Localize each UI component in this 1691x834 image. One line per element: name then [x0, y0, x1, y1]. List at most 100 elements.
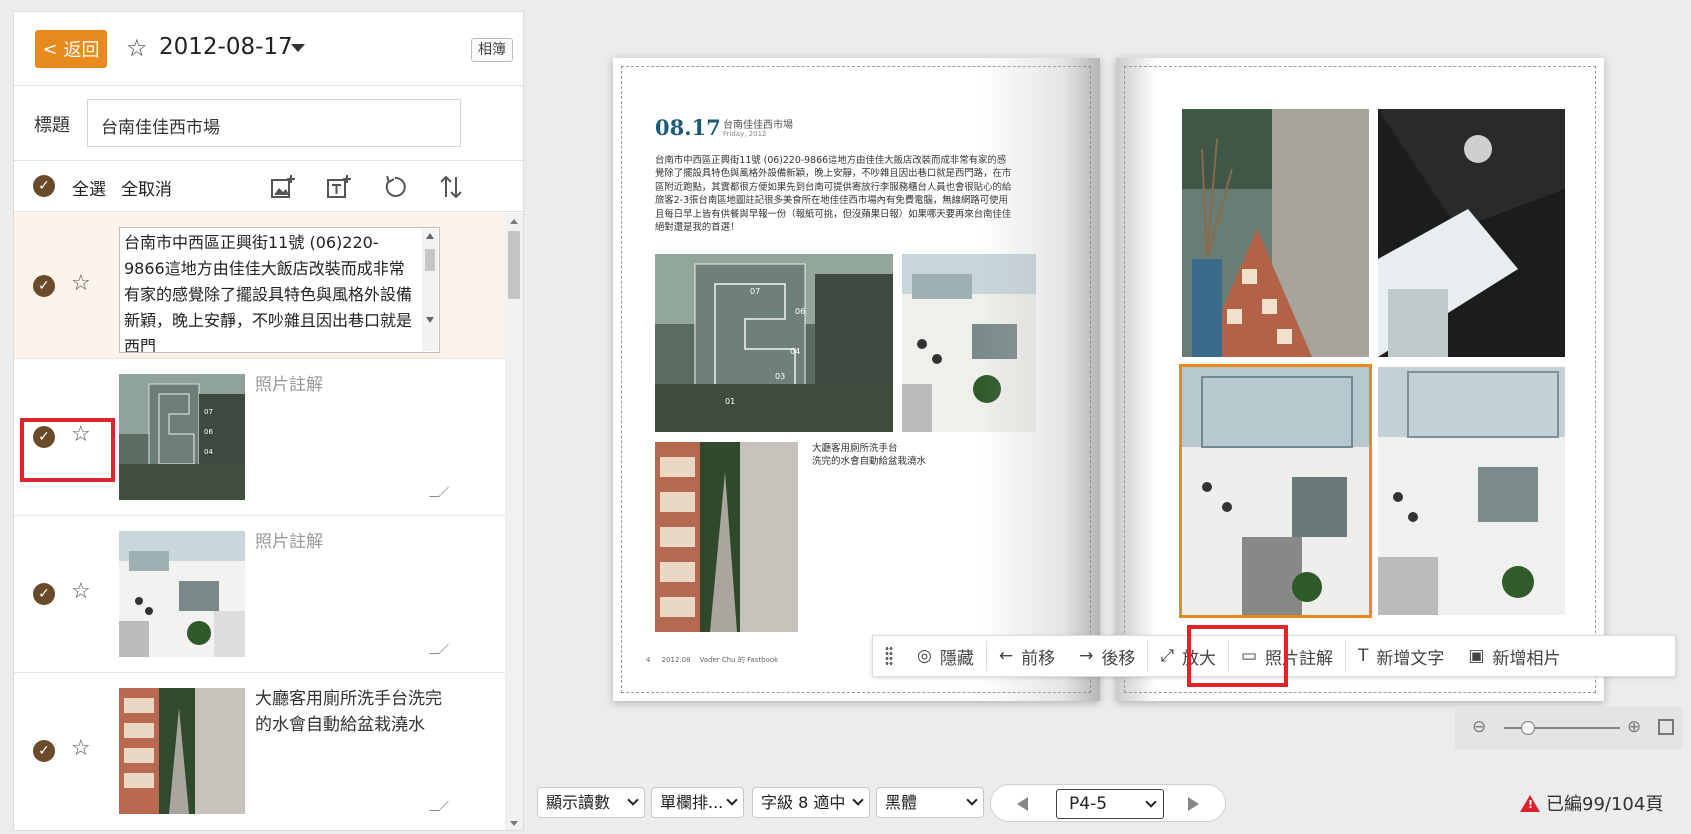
- photo-thumbnail[interactable]: 07 06 04: [119, 374, 245, 500]
- resize-handle-icon[interactable]: [429, 801, 449, 811]
- list-item[interactable]: ✓ ☆ 台南市中西區正興街11號 (06)220-9866這地方由佳佳大飯店改裝…: [14, 213, 505, 359]
- sort-icon[interactable]: [437, 173, 465, 201]
- add-text-icon[interactable]: [325, 173, 353, 201]
- add-photo-icon[interactable]: [269, 173, 297, 201]
- item-text: 台南市中西區正興街11號 (06)220-9866這地方由佳佳大飯店改裝而成非常…: [124, 233, 413, 353]
- hide-label: 隱藏: [939, 648, 974, 669]
- svg-text:03: 03: [775, 372, 785, 381]
- next-page-icon[interactable]: [1188, 797, 1199, 811]
- photo-caption[interactable]: 照片註解: [255, 372, 450, 398]
- zoom-control: ⊖ ⊕: [1455, 707, 1683, 749]
- item-check-icon[interactable]: ✓: [33, 583, 55, 605]
- list-item[interactable]: ✓ ☆ 大廳客用廁所洗手台洗完的水會自動給盆栽澆水: [14, 673, 505, 830]
- svg-text:07: 07: [204, 408, 213, 416]
- spine-shadow: [1116, 58, 1156, 701]
- select-all-check-icon[interactable]: ✓: [33, 175, 55, 197]
- star-icon[interactable]: ☆: [71, 581, 91, 603]
- page-footer: 4 2012.08 Vader Chu 的 Fastbook: [646, 655, 778, 665]
- page-photo-caption[interactable]: 大廳客用廁所洗手台 洗完的水會自動給盆栽澆水: [812, 442, 962, 468]
- right-page[interactable]: [1116, 58, 1604, 701]
- footer-author: Vader Chu 的 Fastbook: [699, 656, 779, 664]
- font-select[interactable]: 黑體: [876, 787, 984, 818]
- photo-building-glass: [1378, 367, 1565, 615]
- page-photo[interactable]: [1182, 109, 1369, 357]
- scroll-down-icon[interactable]: [510, 821, 518, 826]
- deselect-all-button[interactable]: 全取消: [121, 175, 172, 200]
- photo-building: [119, 531, 245, 657]
- svg-text:06: 06: [204, 428, 213, 436]
- photo-ceiling: [1378, 109, 1565, 357]
- chevron-down-icon: [966, 794, 978, 806]
- font-size-select[interactable]: 字級 8 適中: [752, 787, 870, 818]
- photo-thumbnail[interactable]: [119, 688, 245, 814]
- photo-map-window: 07 06 04 03 01: [655, 254, 893, 432]
- svg-text:04: 04: [204, 448, 213, 456]
- footer-date: 2012.08: [661, 656, 691, 664]
- svg-text:04: 04: [790, 347, 800, 356]
- title-input[interactable]: 台南佳佳西市場: [87, 99, 461, 147]
- photo-map-window: 07 06 04: [119, 374, 245, 500]
- scroll-down-icon[interactable]: [426, 317, 434, 323]
- prev-page-icon[interactable]: [1017, 797, 1028, 811]
- page-body-text[interactable]: 台南市中西區正興街11號 (06)220-9866這地方由佳佳大飯店改裝而成非常…: [655, 154, 1015, 234]
- item-check-icon[interactable]: ✓: [33, 275, 55, 297]
- page-photo[interactable]: 07 06 04 03 01: [655, 254, 893, 432]
- chevron-down-icon: [627, 794, 639, 806]
- page-photo-selected[interactable]: [1179, 364, 1372, 618]
- add-text-button[interactable]: T 新增文字: [1346, 635, 1456, 677]
- expand-icon: ⤢: [1160, 646, 1174, 666]
- resize-handle-icon[interactable]: [429, 487, 449, 497]
- move-next-button[interactable]: → 後移: [1067, 635, 1147, 677]
- left-page[interactable]: 08.17 台南佳佳西市場 Friday, 2012 台南市中西區正興街11號 …: [613, 58, 1100, 701]
- eye-off-icon: ◎: [917, 646, 932, 666]
- rotate-icon[interactable]: [381, 173, 409, 201]
- scroll-thumb[interactable]: [508, 231, 520, 299]
- scroll-up-icon[interactable]: [510, 219, 518, 224]
- add-text-icon: T: [1358, 646, 1369, 666]
- page-photo[interactable]: [1378, 109, 1565, 357]
- photo-caption[interactable]: 照片註解: [255, 529, 450, 555]
- drag-handle-icon[interactable]: [885, 646, 893, 666]
- back-button[interactable]: < 返回: [35, 30, 107, 68]
- star-icon[interactable]: ☆: [71, 738, 91, 760]
- page-select[interactable]: P4-5: [1056, 789, 1164, 819]
- add-text-label: 新增文字: [1376, 648, 1445, 669]
- photo-sink: [655, 442, 798, 632]
- photo-sink-vase: [1182, 109, 1369, 357]
- page-photo[interactable]: [655, 442, 798, 632]
- panel-scrollbar[interactable]: [505, 213, 523, 830]
- back-label: 返回: [63, 40, 100, 61]
- scroll-up-icon[interactable]: [426, 233, 434, 239]
- item-check-icon[interactable]: ✓: [33, 740, 55, 762]
- item-text-editor[interactable]: 台南市中西區正興街11號 (06)220-9866這地方由佳佳大飯店改裝而成非常…: [119, 227, 440, 353]
- resize-handle-icon[interactable]: [429, 644, 449, 654]
- fit-screen-icon[interactable]: [1658, 719, 1674, 735]
- scroll-thumb[interactable]: [425, 249, 435, 271]
- star-icon[interactable]: ☆: [71, 273, 91, 295]
- title-label: 標題: [34, 115, 70, 136]
- select-all-button[interactable]: 全選: [72, 175, 106, 200]
- date-dropdown-icon[interactable]: [291, 44, 305, 52]
- photo-thumbnail[interactable]: [119, 531, 245, 657]
- display-mode-select[interactable]: 顯示讀數: [537, 787, 645, 818]
- list-item[interactable]: ✓ ☆ 照片註解: [14, 516, 505, 673]
- page-photo[interactable]: [1378, 367, 1565, 615]
- star-icon[interactable]: ☆: [126, 36, 148, 60]
- add-photo-button[interactable]: ▣ 新增相片: [1456, 635, 1572, 677]
- tools-row: ✓ 全選 全取消: [14, 161, 523, 212]
- album-button[interactable]: 相簿: [471, 38, 513, 62]
- arrow-right-icon: →: [1079, 646, 1094, 666]
- photo-caption[interactable]: 大廳客用廁所洗手台洗完的水會自動給盆栽澆水: [255, 686, 450, 738]
- move-prev-button[interactable]: ← 前移: [987, 635, 1067, 677]
- zoom-out-icon[interactable]: ⊖: [1472, 717, 1486, 737]
- page-navigator: P4-5: [990, 784, 1226, 822]
- zoom-in-icon[interactable]: ⊕: [1627, 717, 1641, 737]
- zoom-slider-handle[interactable]: [1521, 721, 1535, 735]
- textarea-scrollbar[interactable]: [422, 229, 438, 351]
- layout-select[interactable]: 單欄排...: [651, 787, 744, 818]
- panel-header: < 返回 ☆ 2012-08-17 相簿: [14, 12, 523, 86]
- page-value: P4-5: [1069, 794, 1108, 814]
- page-date: 08.17: [655, 115, 721, 140]
- highlight-box: [20, 418, 115, 482]
- hide-button[interactable]: ◎ 隱藏: [905, 635, 986, 677]
